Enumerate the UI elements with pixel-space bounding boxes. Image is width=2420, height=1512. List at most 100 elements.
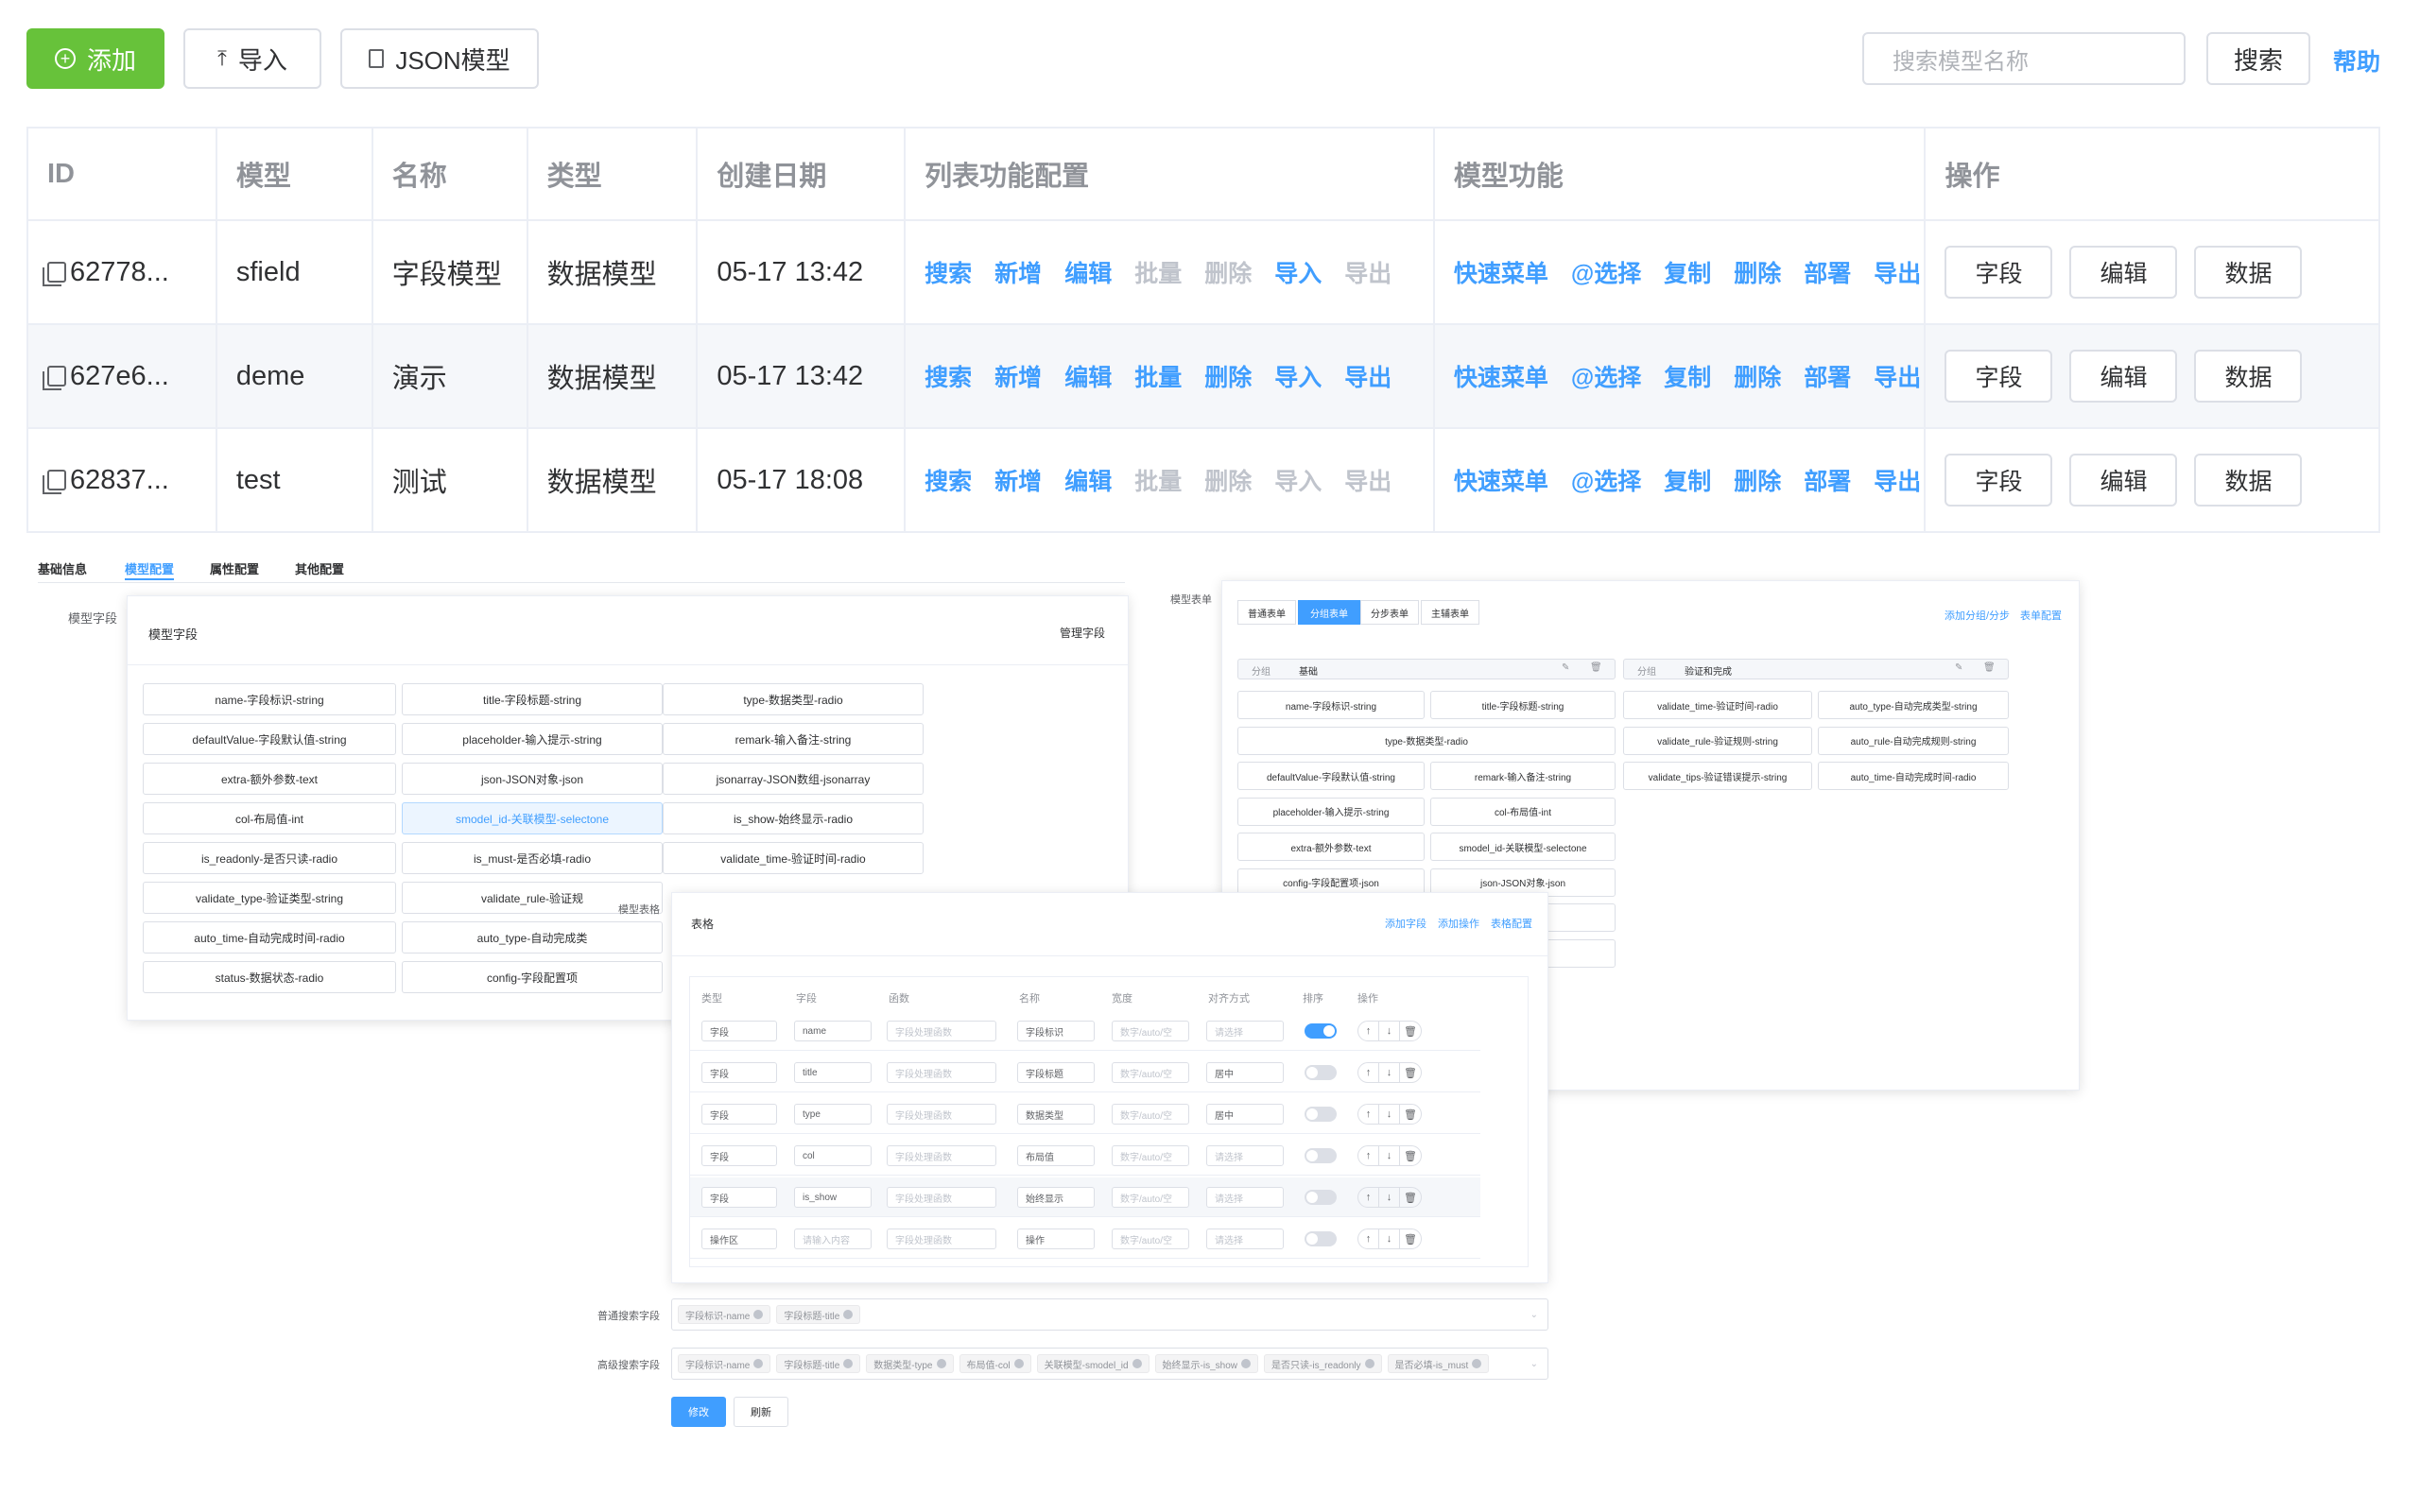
model-op-link[interactable]: 快速菜单 (1454, 255, 1548, 289)
function-input[interactable]: 字段处理函数 (887, 1145, 996, 1166)
type-select[interactable]: 字段 (701, 1062, 777, 1083)
form-tab[interactable]: 普通表单 (1237, 600, 1296, 625)
close-icon[interactable] (936, 1359, 946, 1368)
field-chip[interactable]: auto_time-自动完成时间-radio (143, 921, 396, 954)
arrow-up-icon[interactable]: ↑ (1358, 1022, 1379, 1040)
tab-basic-info[interactable]: 基础信息 (38, 559, 87, 577)
width-input[interactable]: 数字/auto/空 (1112, 1062, 1189, 1083)
trash-icon[interactable]: 🗑 (1400, 1105, 1421, 1124)
field-chip[interactable]: col-布局值-int (143, 802, 396, 834)
form-tab[interactable]: 主辅表单 (1421, 600, 1479, 625)
add-button[interactable]: + 添加 (26, 28, 164, 89)
form-field-chip[interactable]: name-字段标识-string (1237, 691, 1425, 719)
form-field-chip[interactable]: title-字段标题-string (1430, 691, 1616, 719)
list-op-link[interactable]: 导出 (1344, 255, 1392, 289)
close-icon[interactable] (753, 1359, 764, 1368)
list-op-link[interactable]: 新增 (994, 359, 1042, 393)
data-button[interactable]: 数据 (2194, 454, 2303, 507)
list-op-link[interactable]: 搜索 (925, 255, 972, 289)
add-operation-link[interactable]: 添加操作 (1438, 916, 1479, 931)
model-op-link[interactable]: @选择 (1571, 255, 1641, 289)
function-input[interactable]: 字段处理函数 (887, 1104, 996, 1125)
tab-other-config[interactable]: 其他配置 (295, 559, 344, 577)
model-op-link[interactable]: 快速菜单 (1454, 463, 1548, 497)
field-chip[interactable]: validate_time-验证时间-radio (663, 842, 924, 874)
edit-icon[interactable]: ✎ (1955, 662, 1962, 673)
name-input[interactable]: 字段标识 (1017, 1021, 1095, 1041)
field-input[interactable]: title (794, 1062, 872, 1083)
form-field-chip[interactable]: placeholder-输入提示-string (1237, 797, 1425, 826)
sort-toggle[interactable] (1305, 1023, 1337, 1039)
model-op-link[interactable]: 导出 (1874, 463, 1921, 497)
edit-button[interactable]: 编辑 (2069, 454, 2178, 507)
name-input[interactable]: 数据类型 (1017, 1104, 1095, 1125)
align-select[interactable]: 请选择 (1206, 1187, 1284, 1208)
form-field-chip[interactable]: validate_rule-验证规则-string (1623, 726, 1812, 755)
model-op-link[interactable]: 复制 (1664, 255, 1711, 289)
list-op-link[interactable]: 删除 (1204, 359, 1252, 393)
field-chip[interactable]: auto_type-自动完成类 (402, 921, 663, 954)
list-op-link[interactable]: 删除 (1204, 463, 1252, 497)
width-input[interactable]: 数字/auto/空 (1112, 1228, 1189, 1249)
field-chip[interactable]: validate_type-验证类型-string (143, 882, 396, 914)
form-field-chip[interactable]: auto_rule-自动完成规则-string (1818, 726, 2009, 755)
model-op-link[interactable]: @选择 (1571, 359, 1641, 393)
arrow-up-icon[interactable]: ↑ (1358, 1188, 1379, 1207)
field-chip[interactable]: placeholder-输入提示-string (402, 723, 663, 755)
normal-search-select[interactable]: 字段标识-name 字段标题-title ⌄ (671, 1298, 1548, 1331)
field-chip[interactable]: remark-输入备注-string (663, 723, 924, 755)
data-button[interactable]: 数据 (2194, 246, 2303, 299)
add-group-link[interactable]: 添加分组/分步 (1945, 608, 2010, 623)
model-op-link[interactable]: 复制 (1664, 463, 1711, 497)
sort-toggle[interactable] (1305, 1065, 1337, 1080)
form-field-chip[interactable]: validate_tips-验证错误提示-string (1623, 762, 1812, 790)
form-field-chip[interactable]: auto_type-自动完成类型-string (1818, 691, 2009, 719)
fields-button[interactable]: 字段 (1945, 246, 2053, 299)
name-input[interactable]: 操作 (1017, 1228, 1095, 1249)
form-field-chip[interactable]: auto_time-自动完成时间-radio (1818, 762, 2009, 790)
align-select[interactable]: 请选择 (1206, 1021, 1284, 1041)
help-link[interactable]: 帮助 (2333, 43, 2380, 77)
list-op-link[interactable]: 搜索 (925, 359, 972, 393)
close-icon[interactable] (1241, 1359, 1252, 1368)
arrow-up-icon[interactable]: ↑ (1358, 1229, 1379, 1248)
form-field-chip[interactable]: col-布局值-int (1430, 797, 1616, 826)
field-input[interactable]: col (794, 1145, 872, 1166)
arrow-down-icon[interactable]: ↓ (1379, 1229, 1400, 1248)
edit-button[interactable]: 编辑 (2069, 350, 2178, 403)
tab-model-config[interactable]: 模型配置 (125, 559, 174, 577)
form-tab[interactable]: 分步表单 (1360, 600, 1419, 625)
field-chip[interactable]: is_readonly-是否只读-radio (143, 842, 396, 874)
field-input[interactable]: type (794, 1104, 872, 1125)
list-op-link[interactable]: 批量 (1134, 463, 1182, 497)
arrow-up-icon[interactable]: ↑ (1358, 1105, 1379, 1124)
edit-button[interactable]: 编辑 (2069, 246, 2178, 299)
tab-attribute-config[interactable]: 属性配置 (210, 559, 259, 577)
name-input[interactable]: 字段标题 (1017, 1062, 1095, 1083)
model-op-link[interactable]: 删除 (1734, 255, 1781, 289)
table-settings-link[interactable]: 表格配置 (1491, 916, 1532, 931)
copy-icon[interactable] (43, 261, 66, 286)
form-field-chip[interactable]: smodel_id-关联模型-selectone (1430, 833, 1616, 861)
trash-icon[interactable]: 🗑 (1400, 1022, 1421, 1040)
model-op-link[interactable]: 删除 (1734, 359, 1781, 393)
submit-button[interactable]: 修改 (671, 1397, 726, 1427)
fields-button[interactable]: 字段 (1945, 350, 2053, 403)
list-op-link[interactable]: 编辑 (1064, 359, 1112, 393)
form-tab[interactable]: 分组表单 (1298, 600, 1360, 625)
close-icon[interactable] (753, 1310, 764, 1319)
model-op-link[interactable]: @选择 (1571, 463, 1641, 497)
group-1-name[interactable]: 基础 (1299, 663, 1318, 678)
list-op-link[interactable]: 导出 (1344, 359, 1392, 393)
field-chip[interactable]: is_show-始终显示-radio (663, 802, 924, 834)
import-button[interactable]: ⤒ 导入 (183, 28, 321, 89)
arrow-down-icon[interactable]: ↓ (1379, 1146, 1400, 1165)
list-op-link[interactable]: 批量 (1134, 255, 1182, 289)
model-op-link[interactable]: 删除 (1734, 463, 1781, 497)
model-op-link[interactable]: 部署 (1804, 359, 1851, 393)
field-input[interactable]: name (794, 1021, 872, 1041)
type-select[interactable]: 操作区 (701, 1228, 777, 1249)
model-op-link[interactable]: 快速菜单 (1454, 359, 1548, 393)
model-search-input[interactable]: 搜索模型名称 (1862, 32, 2186, 85)
group-2-name[interactable]: 验证和完成 (1685, 663, 1732, 678)
